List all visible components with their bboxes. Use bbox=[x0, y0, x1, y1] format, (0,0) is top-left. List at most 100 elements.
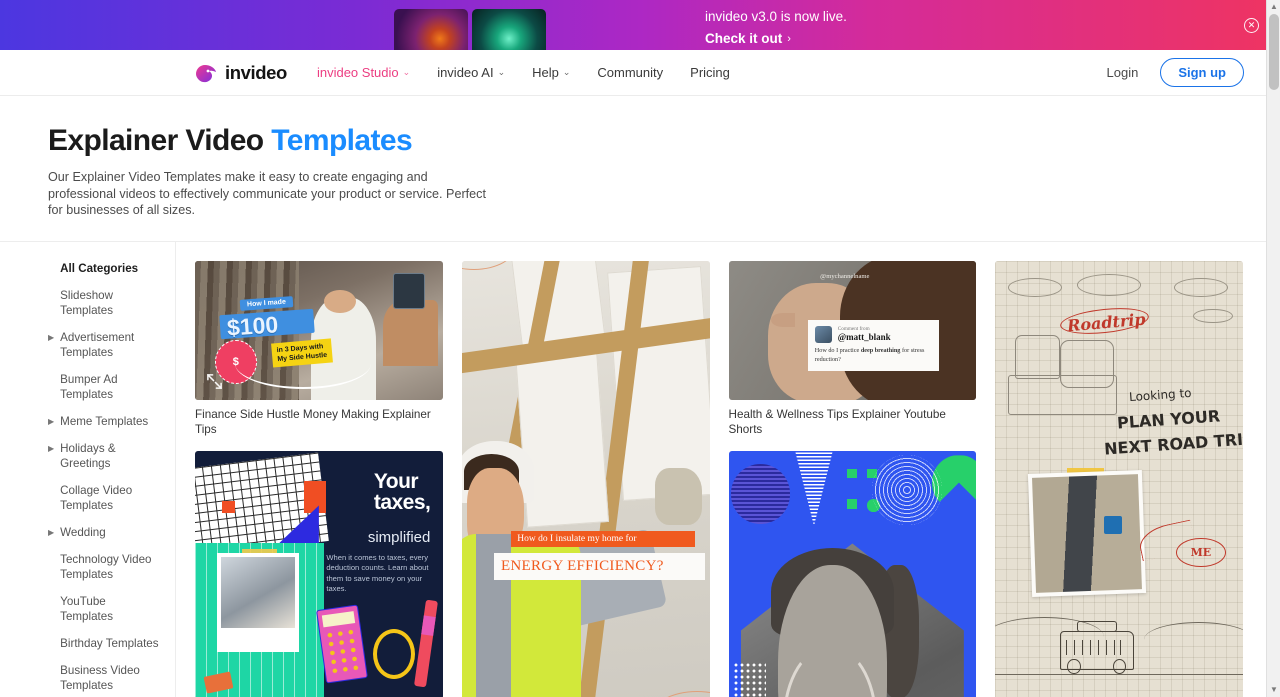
scroll-up-arrow-icon[interactable]: ▲ bbox=[1267, 0, 1280, 14]
sidebar-item-label: All Categories bbox=[60, 261, 139, 275]
promo-thumbnails bbox=[394, 9, 624, 50]
sidebar-item-label: Holidays & Greetings bbox=[60, 441, 116, 471]
template-thumbnail[interactable]: @mychannelname Comment from @matt_blank … bbox=[728, 260, 977, 400]
tax-headline-line1: Your bbox=[373, 469, 419, 493]
promo-cta-label: Check it out bbox=[705, 31, 783, 46]
tax-headline: Your taxes, bbox=[374, 471, 431, 513]
promo-banner: invideo v3.0 is now live. Check it out ›… bbox=[0, 0, 1280, 50]
invideo-bird-logo bbox=[193, 62, 218, 84]
chevron-down-icon: ⌄ bbox=[402, 67, 411, 77]
brand-logo[interactable]: invideo bbox=[193, 62, 287, 84]
template-card-world-health-day[interactable]: WORLD HEALTH DAY World Health Day Explai… bbox=[728, 450, 977, 697]
sidebar-item-label: Slideshow Templates bbox=[60, 288, 114, 318]
sidebar-item-collage-video[interactable]: ▶ Collage Video Templates bbox=[48, 483, 161, 514]
sidebar-item-advertisement[interactable]: ▶ Advertisement Templates bbox=[48, 330, 161, 361]
nav-label: invideo AI bbox=[437, 65, 494, 80]
template-thumbnail[interactable]: Your taxes, simplified When it comes to … bbox=[195, 450, 443, 697]
expand-triangle-icon[interactable]: ▶ bbox=[48, 441, 54, 472]
nav-label: Help bbox=[532, 65, 559, 80]
nav-actions: Login Sign up bbox=[1107, 58, 1244, 87]
worldhealth-thumbnail-art: WORLD HEALTH DAY bbox=[728, 450, 977, 697]
hero-section: Explainer Video Templates Our Explainer … bbox=[0, 96, 1280, 241]
comment-q-bold: deep breathing bbox=[860, 347, 901, 355]
tax-thumbnail-art: Your taxes, simplified When it comes to … bbox=[195, 450, 443, 697]
category-sidebar: ▶ All Categories ▶ Slideshow Templates ▶… bbox=[0, 241, 176, 697]
sidebar-item-label: YouTube Templates bbox=[60, 594, 113, 624]
comment-q-part1: How do I practice bbox=[814, 347, 861, 355]
sidebar-item-label: Collage Video Templates bbox=[60, 483, 133, 513]
close-icon[interactable]: ✕ bbox=[1244, 18, 1259, 33]
nav-label: Community bbox=[597, 65, 664, 80]
expand-triangle-icon[interactable]: ▶ bbox=[48, 525, 54, 541]
content-split: ▶ All Categories ▶ Slideshow Templates ▶… bbox=[0, 240, 1280, 697]
expand-triangle-icon[interactable]: ▶ bbox=[48, 330, 54, 361]
tax-subheadline: simplified bbox=[367, 529, 431, 546]
comment-question: How do I practice deep breathing for str… bbox=[815, 347, 932, 364]
template-title: Health & Wellness Tips Explainer Youtube… bbox=[728, 407, 946, 436]
expand-triangle-icon[interactable]: ▶ bbox=[48, 414, 54, 430]
scrollbar-thumb[interactable] bbox=[1269, 14, 1279, 90]
comment-card: Comment from @matt_blank How do I practi… bbox=[807, 320, 940, 371]
tax-body-text: When it comes to taxes, every deduction … bbox=[326, 552, 429, 594]
tax-headline-line2: taxes, bbox=[373, 490, 431, 514]
scroll-down-arrow-icon[interactable]: ▼ bbox=[1267, 683, 1280, 697]
robot-art-thumbnail bbox=[472, 9, 546, 50]
sidebar-item-technology-video[interactable]: ▶ Technology Video Templates bbox=[48, 552, 161, 583]
promo-headline: invideo v3.0 is now live. bbox=[705, 9, 847, 24]
login-link[interactable]: Login bbox=[1107, 65, 1139, 80]
expand-arrows-icon[interactable] bbox=[206, 373, 223, 390]
van-sketch-icon bbox=[1059, 620, 1134, 675]
sidebar-item-bumper-ad[interactable]: ▶ Bumper Ad Templates bbox=[48, 372, 161, 403]
template-card-tax-day[interactable]: Your taxes, simplified When it comes to … bbox=[195, 450, 443, 697]
page-title-plain: Explainer Video bbox=[48, 124, 272, 157]
sidebar-item-birthday[interactable]: ▶ Birthday Templates bbox=[48, 636, 161, 652]
nav-label: Pricing bbox=[690, 65, 730, 80]
sidebar-item-holidays-greetings[interactable]: ▶ Holidays & Greetings bbox=[48, 441, 161, 472]
sidebar-item-label: Meme Templates bbox=[60, 414, 149, 428]
template-thumbnail[interactable]: Roadtrip Looking to PLAN YOUR NEXT ROAD … bbox=[995, 260, 1243, 697]
nav-item-community[interactable]: Community bbox=[597, 65, 663, 80]
nav-links: invideo Studio ⌄ invideo AI ⌄ Help ⌄ Com… bbox=[317, 65, 730, 80]
template-thumbnail[interactable]: WORLD HEALTH DAY bbox=[728, 450, 977, 697]
sidebar-item-slideshow[interactable]: ▶ Slideshow Templates bbox=[48, 288, 161, 319]
template-thumbnail[interactable]: How I made $100 in 3 Days with My Side H… bbox=[195, 260, 443, 400]
page-description: Our Explainer Video Templates make it ea… bbox=[48, 170, 486, 217]
sidebar-item-label: Advertisement Templates bbox=[60, 330, 135, 360]
sidebar-item-wedding[interactable]: ▶ Wedding bbox=[48, 525, 161, 541]
sidebar-item-meme[interactable]: ▶ Meme Templates bbox=[48, 414, 161, 430]
template-card-road-trip[interactable]: Roadtrip Looking to PLAN YOUR NEXT ROAD … bbox=[995, 260, 1243, 697]
page-title: Explainer Video Templates bbox=[48, 122, 1280, 160]
sidebar-item-label: Wedding bbox=[60, 525, 106, 539]
page-scrollbar[interactable]: ▲ ▼ bbox=[1266, 0, 1280, 697]
signup-button[interactable]: Sign up bbox=[1160, 58, 1244, 87]
channel-handle: @mychannelname bbox=[820, 273, 870, 281]
sidebar-item-youtube[interactable]: ▶ YouTube Templates bbox=[48, 594, 161, 625]
template-card-health-wellness[interactable]: @mychannelname Comment from @matt_blank … bbox=[728, 260, 977, 437]
chevron-right-icon: › bbox=[787, 33, 791, 45]
sidebar-item-business-video[interactable]: ▶ Business Video Templates bbox=[48, 663, 161, 694]
promo-cta-link[interactable]: Check it out › bbox=[705, 30, 847, 48]
nav-item-help[interactable]: Help ⌄ bbox=[532, 65, 570, 80]
finance-thumbnail-art: How I made $100 in 3 Days with My Side H… bbox=[195, 260, 443, 400]
promo-text: invideo v3.0 is now live. Check it out › bbox=[705, 8, 847, 48]
page-title-accent: Templates bbox=[271, 124, 413, 157]
template-grid-wrapper: How I made $100 in 3 Days with My Side H… bbox=[176, 242, 1280, 697]
nav-item-pricing[interactable]: Pricing bbox=[690, 65, 730, 80]
construction-thumbnail-art: How do I insulate my home for ENERGY EFF… bbox=[461, 260, 710, 697]
template-card-finance[interactable]: How I made $100 in 3 Days with My Side H… bbox=[195, 260, 443, 437]
roadtrip-thumbnail-art: Roadtrip Looking to PLAN YOUR NEXT ROAD … bbox=[995, 260, 1243, 697]
main-navigation: invideo invideo Studio ⌄ invideo AI ⌄ He… bbox=[0, 50, 1280, 96]
construction-overlay-line2: ENERGY EFFICIENCY? bbox=[493, 553, 705, 581]
me-annotation: ME bbox=[1176, 538, 1226, 568]
sidebar-item-label: Birthday Templates bbox=[60, 636, 159, 650]
sidebar-item-label: Business Video Templates bbox=[60, 663, 140, 693]
template-card-construction[interactable]: How do I insulate my home for ENERGY EFF… bbox=[461, 260, 710, 697]
template-grid: How I made $100 in 3 Days with My Side H… bbox=[195, 260, 1243, 697]
nav-item-invideo-ai[interactable]: invideo AI ⌄ bbox=[437, 65, 505, 80]
nav-label: invideo Studio bbox=[316, 65, 399, 80]
template-thumbnail[interactable]: How do I insulate my home for ENERGY EFF… bbox=[461, 260, 710, 697]
sidebar-item-all-categories[interactable]: ▶ All Categories bbox=[48, 261, 161, 277]
health-thumbnail-art: @mychannelname Comment from @matt_blank … bbox=[728, 260, 977, 400]
nav-item-invideo-studio[interactable]: invideo Studio ⌄ bbox=[317, 65, 410, 80]
avatar bbox=[814, 326, 832, 344]
